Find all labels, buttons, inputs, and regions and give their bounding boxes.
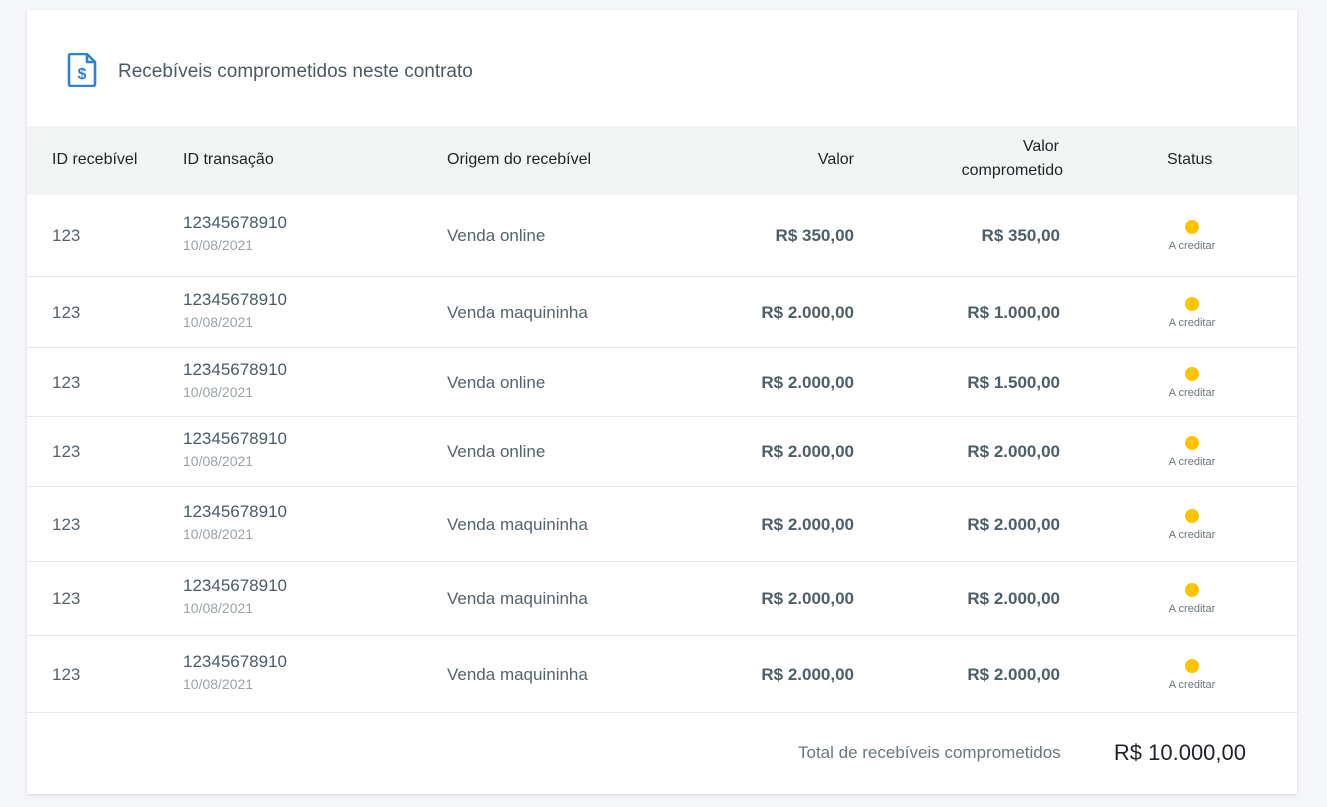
table-row[interactable]: 123 12345678910 10/08/2021 Venda maquininha… <box>27 562 1297 636</box>
status-label: A creditar <box>1168 603 1216 615</box>
cell-value: R$ 2.000,00 <box>761 589 854 608</box>
cell-transaction-date: 10/08/2021 <box>183 237 254 253</box>
table-row[interactable]: 123 12345678910 10/08/2021 Venda maquininha… <box>27 487 1297 562</box>
status-dot-icon <box>1185 658 1199 673</box>
cell-committed: R$ 1.000,00 <box>967 302 1060 322</box>
cell-transaction-id: 12345678910 <box>183 213 288 232</box>
table-row[interactable]: 123 12345678910 10/08/2021 Venda online R$ 3… <box>27 195 1297 277</box>
column-header-status: Status <box>1167 151 1213 168</box>
status-label: A creditar <box>1168 316 1216 329</box>
table-row[interactable]: 123 12345678910 10/08/2021 Venda online R$ 2… <box>27 417 1297 487</box>
cell-transaction-date: 10/08/2021 <box>183 313 254 330</box>
total-value: R$ 10.000,00 <box>1113 740 1246 765</box>
document-dollar-icon: $ <box>67 53 97 87</box>
cell-value: R$ 350,00 <box>775 226 854 245</box>
status-dot-icon <box>1185 508 1199 523</box>
cell-committed: R$ 350,00 <box>981 226 1060 245</box>
status-dot-icon <box>1185 220 1199 234</box>
cell-committed: R$ 2.000,00 <box>967 514 1060 534</box>
cell-transaction-id: 12345678910 <box>183 501 288 521</box>
cell-committed: R$ 2.000,00 <box>967 589 1060 608</box>
cell-committed: R$ 2.000,00 <box>967 664 1060 684</box>
cell-transaction-date: 10/08/2021 <box>183 383 254 400</box>
cell-committed: R$ 2.000,00 <box>967 442 1060 461</box>
table-row[interactable]: 123 12345678910 10/08/2021 Venda maquininha… <box>27 277 1297 348</box>
cell-transaction-date: 10/08/2021 <box>183 453 254 469</box>
status-label: A creditar <box>1168 528 1216 541</box>
cell-origin: Venda online <box>447 226 546 245</box>
column-header-transaction: ID transação <box>183 151 274 168</box>
status-dot-icon <box>1185 583 1199 597</box>
status-label: A creditar <box>1168 678 1216 691</box>
cell-origin: Venda maquininha <box>447 589 588 608</box>
cell-id: 123 <box>52 372 81 392</box>
cell-value: R$ 2.000,00 <box>761 514 854 534</box>
cell-transaction-id: 12345678910 <box>183 576 288 595</box>
status-dot-icon <box>1185 296 1199 311</box>
column-header-committed-line1: Valor <box>1022 138 1059 155</box>
cell-transaction-date: 10/08/2021 <box>183 525 254 542</box>
cell-origin: Venda maquininha <box>447 302 588 322</box>
table-row[interactable]: 123 12345678910 10/08/2021 Venda maquininha… <box>27 636 1297 713</box>
status-label: A creditar <box>1168 386 1216 399</box>
svg-text:$: $ <box>78 66 87 83</box>
column-header-id: ID recebível <box>52 151 138 168</box>
cell-transaction-date: 10/08/2021 <box>183 675 254 692</box>
cell-committed: R$ 1.500,00 <box>967 372 1060 392</box>
cell-origin: Venda maquininha <box>447 664 588 684</box>
status-label: A creditar <box>1168 240 1216 252</box>
cell-id: 123 <box>52 589 81 608</box>
card-title: Recebíveis comprometidos neste contrato <box>118 61 473 82</box>
table-header: ID recebível ID transação Origem do rece… <box>27 126 1297 195</box>
cell-id: 123 <box>52 442 81 461</box>
cell-transaction-id: 12345678910 <box>183 651 288 671</box>
cell-value: R$ 2.000,00 <box>761 302 854 322</box>
table-row[interactable]: 123 12345678910 10/08/2021 Venda online R$ 2… <box>27 348 1297 417</box>
cell-id: 123 <box>52 302 81 322</box>
cell-id: 123 <box>52 226 81 245</box>
cell-transaction-id: 12345678910 <box>183 359 288 379</box>
cell-value: R$ 2.000,00 <box>761 372 854 392</box>
cell-id: 123 <box>52 514 81 534</box>
cell-origin: Venda online <box>447 372 546 392</box>
status-label: A creditar <box>1168 456 1216 468</box>
cell-transaction-id: 12345678910 <box>183 429 288 448</box>
column-header-committed-line2: comprometido <box>961 162 1063 179</box>
cell-transaction-date: 10/08/2021 <box>183 600 254 616</box>
receivables-card: $ Recebíveis comprometidos neste contrat… <box>27 10 1297 794</box>
total-label: Total de recebíveis comprometidos <box>798 743 1061 762</box>
column-header-value: Valor <box>817 151 854 168</box>
card-header: $ Recebíveis comprometidos neste contrat… <box>27 10 1297 126</box>
status-dot-icon <box>1185 366 1199 381</box>
cell-value: R$ 2.000,00 <box>761 442 854 461</box>
cell-origin: Venda maquininha <box>447 514 588 534</box>
status-dot-icon <box>1185 436 1199 450</box>
cell-origin: Venda online <box>447 442 546 461</box>
cell-transaction-id: 12345678910 <box>183 289 288 309</box>
column-header-origin: Origem do recebível <box>447 151 592 168</box>
cell-id: 123 <box>52 664 81 684</box>
cell-value: R$ 2.000,00 <box>761 664 854 684</box>
